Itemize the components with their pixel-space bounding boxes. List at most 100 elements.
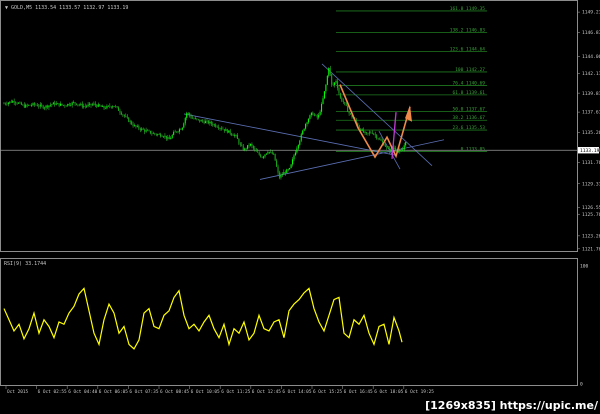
candle-body (174, 131, 176, 133)
candle-body (97, 104, 99, 107)
candle-body (142, 128, 144, 130)
candle-body (389, 148, 391, 152)
candle-body (62, 104, 64, 106)
candle-body (91, 104, 93, 106)
candle-body (251, 143, 253, 147)
rsi-y-label-0: 100 (580, 264, 589, 270)
candle-body (247, 145, 249, 149)
candle-body (361, 129, 363, 131)
candle-body (293, 155, 295, 160)
candle-body (187, 113, 189, 114)
candle-body (200, 120, 202, 122)
candle-body (268, 151, 270, 153)
candle-body (161, 136, 163, 138)
candles-layer (3, 65, 407, 180)
candle-body (271, 151, 273, 155)
candle-body (141, 128, 143, 130)
candle-body (152, 133, 154, 134)
candle-body (7, 102, 9, 105)
candle-body (377, 138, 379, 139)
candle-body (42, 105, 44, 109)
fib-label-1: 138.2 1146.83 (450, 28, 486, 34)
candle-body (364, 132, 366, 133)
rsi-y-label-1: 0 (580, 382, 583, 388)
time-label-0: Oct 2015 (7, 389, 29, 395)
candle-body (319, 111, 321, 116)
pattern-arrows (339, 84, 412, 159)
candle-body (52, 102, 54, 105)
candle-body (181, 127, 183, 130)
candle-body (294, 152, 296, 156)
candle-body (254, 148, 256, 150)
rsi-pane-frame (0, 258, 578, 386)
candle-body (4, 103, 6, 105)
candle-body (183, 123, 185, 128)
candle-body (296, 148, 298, 153)
time-label-10: 6 Oct 15:25 (313, 389, 342, 395)
candle-body (194, 118, 196, 120)
candle-body (151, 133, 153, 134)
time-label-6: 6 Oct 10:05 (191, 389, 220, 395)
candle-body (57, 103, 59, 104)
candle-body (197, 119, 199, 120)
candle-body (164, 135, 166, 137)
candle-body (33, 103, 35, 105)
candle-body (83, 106, 85, 107)
candle-body (138, 126, 140, 129)
time-label-5: 6 Oct 08:45 (160, 389, 189, 395)
candle-body (331, 74, 333, 85)
candle-body (402, 149, 404, 151)
candle-body (55, 103, 57, 105)
candle-body (363, 129, 365, 133)
candle-body (64, 105, 66, 106)
candle-body (223, 129, 225, 131)
candle-body (78, 104, 80, 106)
candle-body (190, 115, 192, 118)
candle-body (6, 103, 8, 105)
candle-body (212, 123, 214, 126)
candle-body (347, 105, 349, 112)
candle-body (255, 149, 257, 152)
candle-body (229, 130, 231, 134)
candle-body (380, 139, 382, 141)
candle-body (379, 138, 381, 140)
candle-body (307, 119, 310, 123)
candle-body (74, 102, 76, 104)
candle-body (154, 133, 156, 135)
price-label-13: 1121.76 (582, 246, 600, 252)
candle-body (110, 106, 112, 108)
candle-body (36, 105, 38, 107)
candle-body (106, 105, 108, 109)
candle-body (244, 148, 246, 151)
candle-body (70, 105, 72, 106)
candle-body (158, 134, 160, 135)
time-axis: Oct 2015 6 Oct 02:55 6 Oct 04:40 6 Oct 06:0… (5, 386, 434, 395)
time-label-8: 6 Oct 12:45 (252, 389, 281, 395)
candle-body (312, 112, 314, 116)
candle-body (115, 106, 117, 107)
candle-body (73, 102, 75, 103)
candle-body (84, 106, 86, 107)
candle-body (39, 104, 41, 107)
rsi-pane: 100 0 (3, 264, 589, 388)
time-label-7: 6 Oct 11:25 (221, 389, 250, 395)
candle-body (58, 103, 60, 106)
candle-body (207, 120, 209, 124)
candle-body (326, 75, 328, 85)
candle-body (278, 172, 281, 178)
candle-body (318, 115, 320, 118)
candle-body (186, 113, 188, 118)
candle-body (368, 132, 370, 134)
candle-body (139, 128, 141, 130)
candle-body (245, 148, 247, 150)
candle-body (90, 103, 92, 106)
time-label-12: 6 Oct 18:05 (374, 389, 403, 395)
candle-body (341, 97, 343, 101)
candle-body (86, 105, 88, 107)
candle-body (235, 134, 237, 136)
candle-body (345, 102, 347, 106)
price-label-10: 1126.55 (582, 205, 600, 211)
candle-body (374, 134, 376, 136)
fib-label-7: 38.2 1136.67 (452, 115, 485, 121)
candle-body (29, 104, 31, 106)
